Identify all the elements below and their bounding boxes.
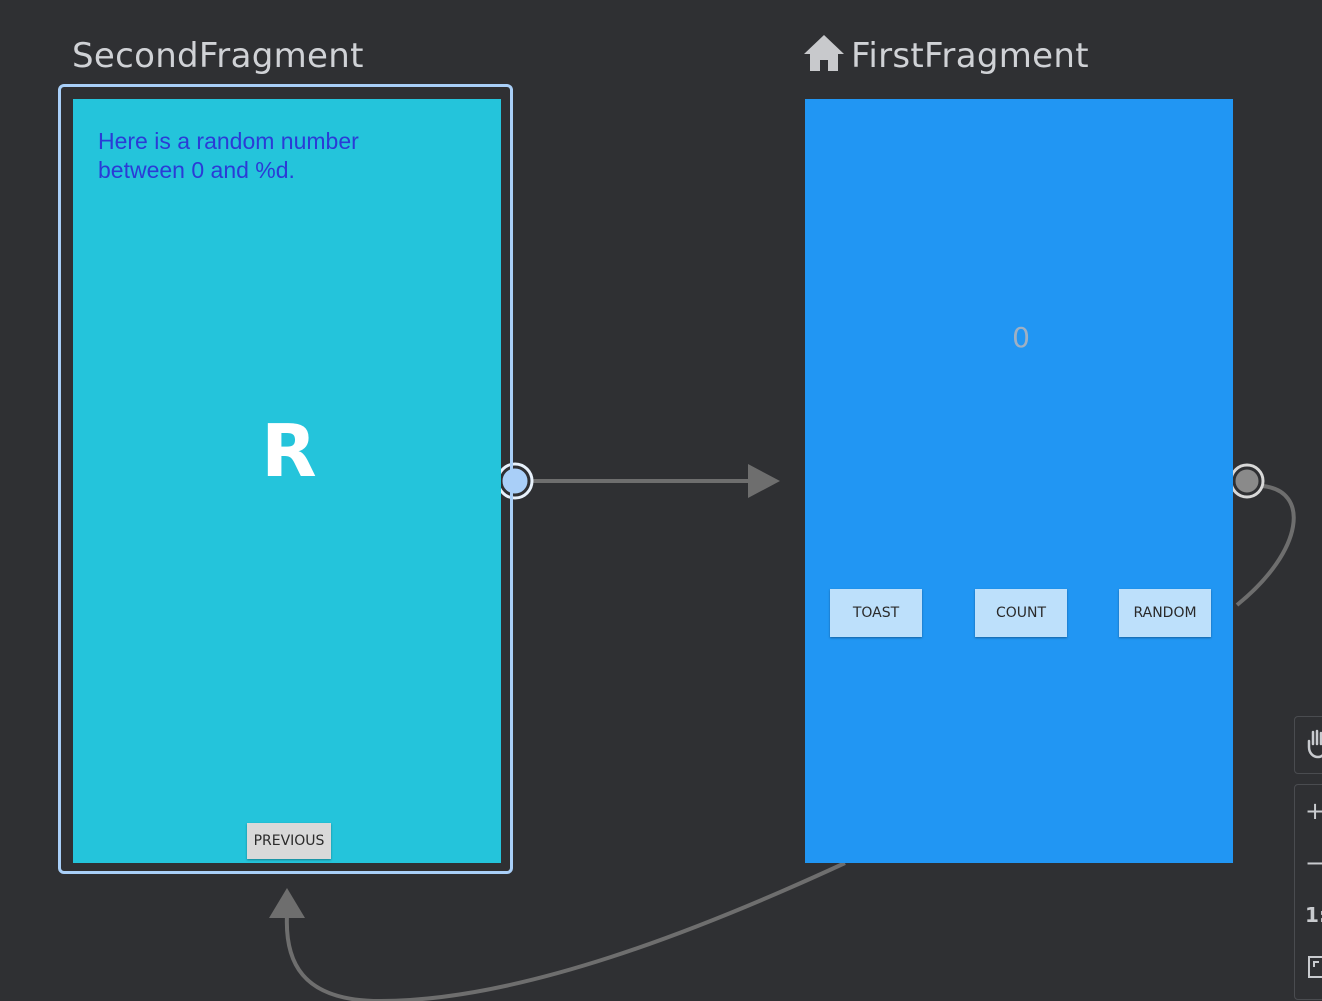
second-fragment-title: SecondFragment	[72, 36, 364, 76]
first-fragment-title: FirstFragment	[851, 36, 1089, 76]
random-header-text: Here is a random number between 0 and %d…	[98, 128, 359, 183]
home-icon	[804, 35, 844, 71]
random-value-text: R	[261, 409, 317, 493]
count-button[interactable]: COUNT	[975, 589, 1067, 637]
count-textview: 0	[1012, 321, 1030, 354]
toast-button[interactable]: TOAST	[830, 589, 922, 637]
second-fragment-preview[interactable]: Here is a random number between 0 and %d…	[73, 99, 501, 863]
actual-size-button[interactable]: 1:	[1305, 903, 1322, 927]
fit-screen-icon[interactable]	[1307, 955, 1322, 979]
navigation-editor-canvas[interactable]: SecondFragment Here is a random number b…	[0, 0, 1322, 1001]
zoom-toolbar: + − 1:	[1294, 784, 1322, 1000]
previous-button[interactable]: PREVIOUS	[247, 823, 331, 859]
action-second-to-first-arrowhead	[748, 464, 780, 498]
random-button[interactable]: RANDOM	[1119, 589, 1211, 637]
zoom-out-button[interactable]: −	[1305, 849, 1322, 877]
action-first-to-second-curve	[284, 861, 846, 1001]
first-fragment-preview[interactable]: 0 TOAST COUNT RANDOM	[805, 99, 1233, 863]
action-first-to-second-arrowhead	[269, 888, 305, 918]
hand-pan-icon[interactable]	[1305, 729, 1322, 759]
pan-toolbar	[1294, 716, 1322, 774]
first-fragment-action-handle	[1229, 463, 1265, 499]
action-first-to-second-curve-start	[1235, 484, 1296, 607]
zoom-in-button[interactable]: +	[1305, 797, 1322, 825]
